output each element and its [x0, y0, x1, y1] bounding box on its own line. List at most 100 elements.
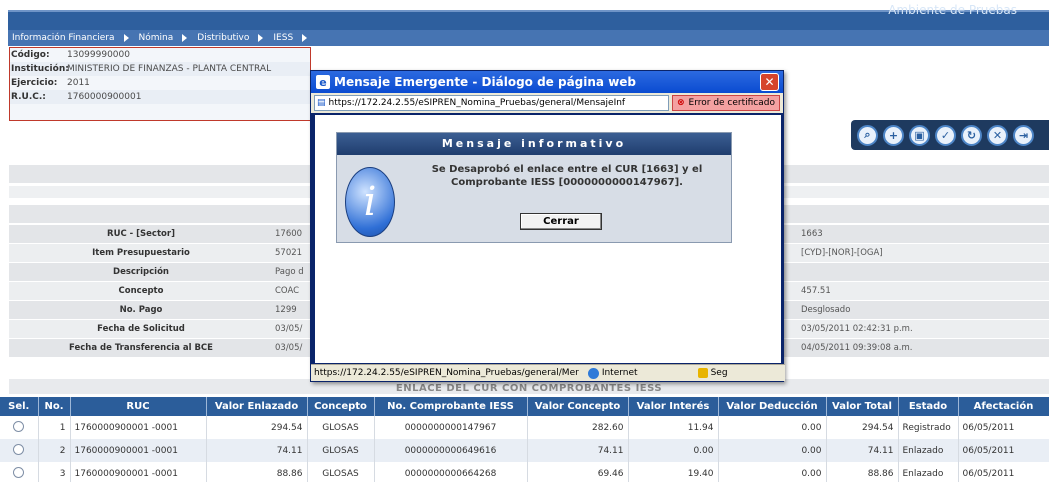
dialog-status-bar: https://172.24.2.55/eSIPREN_Nomina_Prueb…	[311, 364, 785, 381]
detail-label: Descripción	[113, 267, 169, 277]
menu-item-nomina[interactable]: Nómina	[135, 33, 194, 43]
col-header[interactable]: Valor Enlazado	[206, 397, 308, 416]
arrow-right-icon	[302, 34, 308, 42]
cell-comprobante: 0000000000649616	[374, 439, 528, 462]
row-select-radio[interactable]	[13, 420, 25, 432]
lock-icon	[697, 368, 708, 378]
cell-valor-total: 294.54	[826, 416, 899, 439]
info-key: Institución:	[11, 64, 69, 74]
page-icon: ▤	[317, 98, 326, 108]
menu-item-informacion-financiera[interactable]: Información Financiera	[8, 33, 135, 43]
cell-valor-concepto: 74.11	[527, 439, 629, 462]
top-header: Ambiente de Pruebas	[0, 0, 1049, 30]
environment-label: Ambiente de Pruebas	[888, 3, 1017, 17]
menu-label: Distributivo	[197, 33, 250, 43]
cell-afectacion: 06/05/2011	[958, 416, 1049, 439]
action-toolbar: ⌕ + ▣ ✓ ↻ ✕ ⇥	[851, 120, 1049, 150]
breadcrumb-menu: Información Financiera Nómina Distributi…	[8, 30, 1049, 46]
detail-label: Item Presupuestario	[92, 248, 190, 258]
secure-indicator: Seg	[697, 368, 728, 378]
cell-no: 3	[38, 462, 71, 482]
col-header[interactable]: Valor Concepto	[527, 397, 629, 416]
table-row[interactable]: 3 1760000900001 -0001 88.86 GLOSAS 00000…	[0, 462, 1049, 482]
cell-valor-concepto: 282.60	[527, 416, 629, 439]
row-select-radio[interactable]	[13, 466, 25, 478]
security-zone: Internet	[585, 367, 638, 379]
cell-estado: Enlazado	[898, 462, 959, 482]
menu-item-iess[interactable]: IESS	[269, 33, 313, 43]
detail-label: Fecha de Transferencia al BCE	[69, 343, 213, 353]
col-header[interactable]: Valor Total	[826, 397, 899, 416]
url-field[interactable]: ▤ https://172.24.2.55/eSIPREN_Nomina_Pru…	[314, 95, 669, 111]
menu-label: Información Financiera	[12, 33, 115, 43]
refresh-icon[interactable]: ↻	[961, 124, 982, 146]
dialog-address-bar: ▤ https://172.24.2.55/eSIPREN_Nomina_Pru…	[311, 93, 783, 113]
detail-right-value: 457.51	[801, 286, 831, 296]
cell-valor-interes: 19.40	[628, 462, 719, 482]
info-value: 13099990000	[67, 50, 130, 60]
message-header: Mensaje informativo	[337, 133, 731, 155]
message-text: Se Desaprobó el enlace entre el CUR [166…	[431, 164, 703, 188]
detail-right-value: 04/05/2011 09:39:08 a.m.	[801, 343, 913, 353]
cell-valor-enlazado: 88.86	[206, 462, 308, 482]
close-button[interactable]: Cerrar	[520, 213, 602, 230]
certificate-error-badge[interactable]: ⊗ Error de certificado	[671, 95, 780, 111]
approve-icon[interactable]: ✓	[935, 124, 956, 146]
browser-icon: e	[316, 75, 330, 89]
cell-valor-total: 88.86	[826, 462, 899, 482]
cancel-icon[interactable]: ✕	[987, 124, 1008, 146]
col-header[interactable]: Sel.	[0, 397, 39, 416]
info-icon: i	[345, 167, 395, 237]
col-header[interactable]: Valor Deducción	[718, 397, 827, 416]
cell-estado: Enlazado	[898, 439, 959, 462]
add-icon[interactable]: +	[883, 124, 904, 146]
detail-value: 03/05/	[275, 324, 303, 334]
detail-label: Concepto	[118, 286, 164, 296]
search-icon[interactable]: ⌕	[857, 124, 878, 146]
detail-value: COAC	[275, 286, 300, 296]
cell-concepto: GLOSAS	[307, 462, 375, 482]
info-row-codigo: Código: 13099990000	[10, 48, 310, 62]
dialog-title: Mensaje Emergente - Diálogo de página we…	[334, 75, 637, 89]
save-icon[interactable]: ▣	[909, 124, 930, 146]
cell-comprobante: 0000000000664268	[374, 462, 528, 482]
col-header[interactable]: Valor Interés	[628, 397, 719, 416]
cell-estado: Registrado	[898, 416, 959, 439]
select-cell	[0, 416, 39, 439]
dialog-title-bar[interactable]: e Mensaje Emergente - Diálogo de página …	[311, 71, 783, 93]
detail-value: 03/05/	[275, 343, 303, 353]
cell-valor-deduccion: 0.00	[718, 462, 827, 482]
table-row[interactable]: 1 1760000900001 -0001 294.54 GLOSAS 0000…	[0, 416, 1049, 439]
detail-value: Pago d	[275, 267, 304, 277]
close-icon[interactable]: ✕	[760, 73, 779, 91]
cell-valor-enlazado: 294.54	[206, 416, 308, 439]
col-header[interactable]: Concepto	[307, 397, 375, 416]
menu-item-distributivo[interactable]: Distributivo	[193, 33, 269, 43]
info-row-ruc: R.U.C.: 1760000900001	[10, 90, 310, 104]
exit-icon[interactable]: ⇥	[1013, 124, 1034, 146]
url-text: https://172.24.2.55/eSIPREN_Nomina_Prueb…	[328, 98, 626, 108]
col-header[interactable]: Estado	[898, 397, 959, 416]
col-header[interactable]: No.	[38, 397, 71, 416]
table-row[interactable]: 2 1760000900001 -0001 74.11 GLOSAS 00000…	[0, 439, 1049, 462]
status-url: https://172.24.2.55/eSIPREN_Nomina_Prueb…	[314, 368, 579, 378]
detail-label: No. Pago	[119, 305, 163, 315]
cell-ruc: 1760000900001 -0001	[70, 416, 207, 439]
cell-valor-deduccion: 0.00	[718, 439, 827, 462]
col-header[interactable]: RUC	[70, 397, 207, 416]
col-header[interactable]: Afectación	[958, 397, 1049, 416]
secure-label: Seg	[710, 368, 728, 378]
info-value: MINISTERIO DE FINANZAS - PLANTA CENTRAL	[67, 64, 272, 74]
col-header[interactable]: No. Comprobante IESS	[374, 397, 528, 416]
detail-label: Fecha de Solicitud	[97, 324, 185, 334]
cell-afectacion: 06/05/2011	[958, 439, 1049, 462]
info-value: 1760000900001	[67, 92, 142, 102]
row-select-radio[interactable]	[13, 443, 25, 455]
info-key: R.U.C.:	[11, 92, 46, 102]
cell-valor-deduccion: 0.00	[718, 416, 827, 439]
detail-value: 57021	[275, 248, 303, 258]
cell-valor-interes: 11.94	[628, 416, 719, 439]
menu-label: IESS	[273, 33, 294, 43]
info-row-institucion: Institución: MINISTERIO DE FINANZAS - PLA…	[10, 62, 310, 76]
arrow-right-icon	[258, 34, 264, 42]
